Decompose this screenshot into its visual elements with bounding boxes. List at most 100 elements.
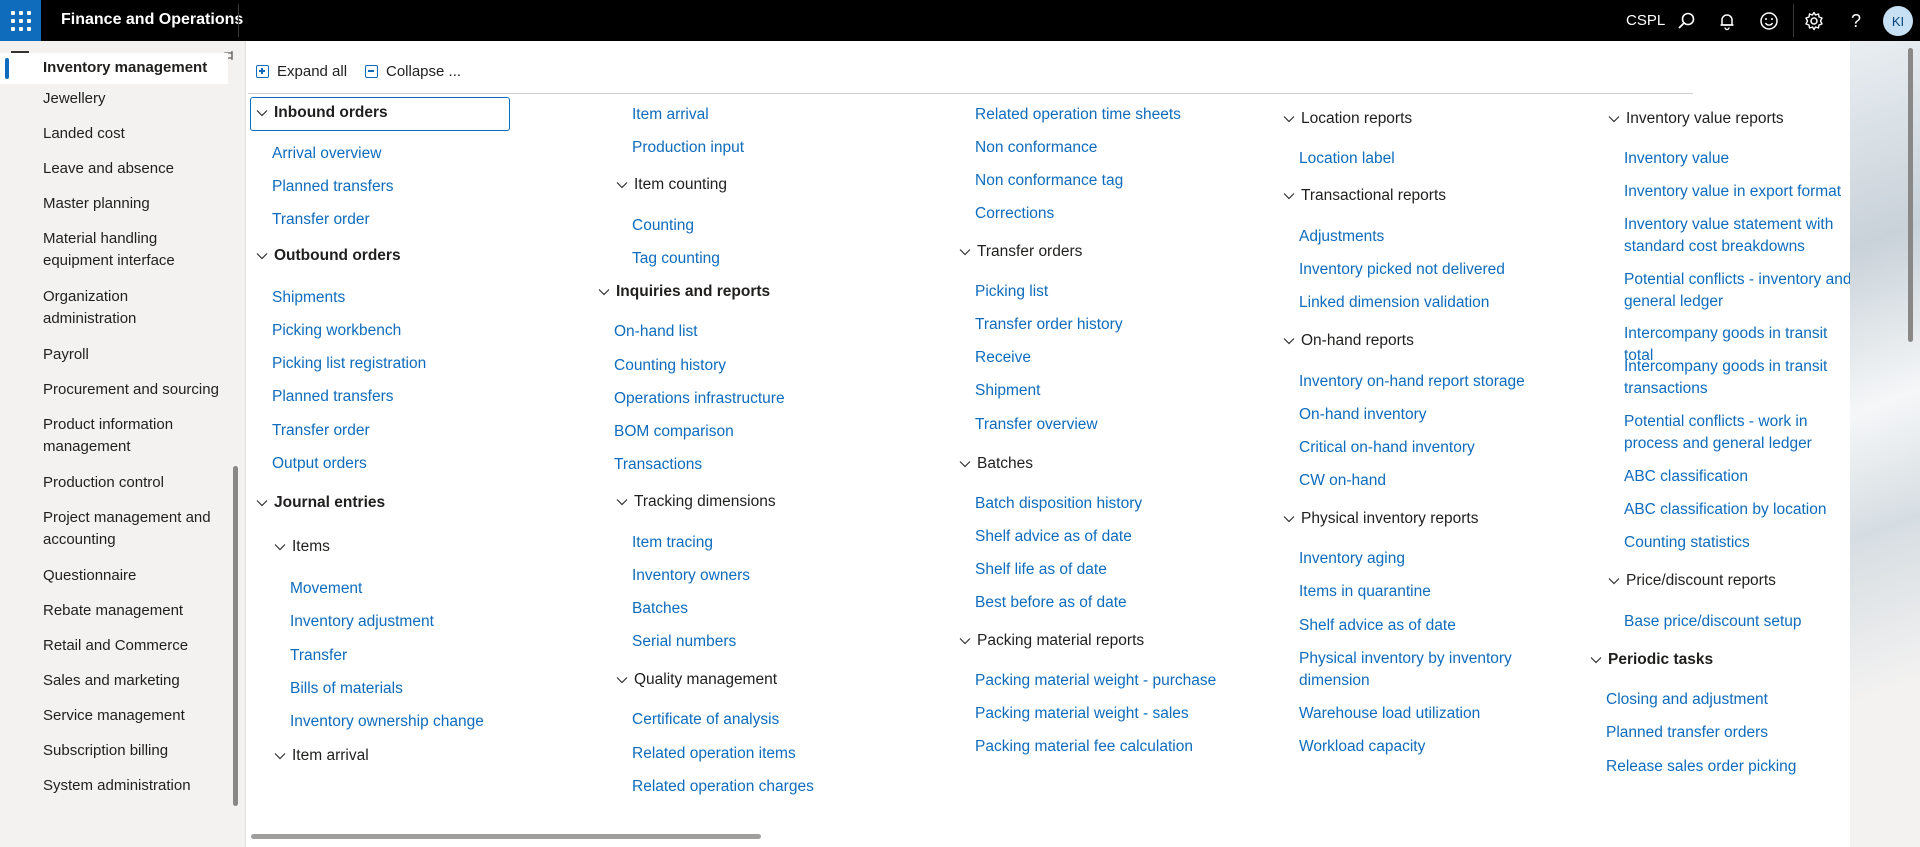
menu-link[interactable]: Batches <box>632 598 688 620</box>
menu-link[interactable]: Shipments <box>272 287 345 309</box>
section-header[interactable]: On-hand reports <box>1281 332 1414 350</box>
gear-icon[interactable] <box>1801 8 1827 34</box>
menu-link[interactable]: Shelf life as of date <box>975 559 1107 581</box>
menu-link[interactable]: Picking workbench <box>272 320 401 342</box>
nav-item[interactable]: Procurement and sourcing <box>0 379 228 401</box>
menu-link[interactable]: Receive <box>975 347 1031 369</box>
horizontal-scrollbar[interactable] <box>251 834 761 839</box>
search-icon[interactable] <box>1673 8 1699 34</box>
menu-link[interactable]: Critical on-hand inventory <box>1299 437 1475 459</box>
menu-link[interactable]: Tag counting <box>632 248 720 270</box>
nav-item[interactable]: Production control <box>0 472 228 494</box>
menu-link[interactable]: Potential conflicts - work in process an… <box>1624 411 1850 455</box>
menu-link[interactable]: Batch disposition history <box>975 493 1142 515</box>
section-header[interactable]: Inbound orders <box>254 104 388 122</box>
menu-link[interactable]: Location label <box>1299 148 1395 170</box>
section-header[interactable]: Transfer orders <box>957 243 1082 261</box>
menu-link[interactable]: Transfer order <box>272 209 370 231</box>
section-header[interactable]: Tracking dimensions <box>614 493 776 511</box>
smiley-icon[interactable] <box>1756 8 1782 34</box>
section-header[interactable]: Packing material reports <box>957 632 1144 650</box>
section-header[interactable]: Items <box>272 538 330 556</box>
nav-item[interactable]: Sales and marketing <box>0 670 228 692</box>
menu-link[interactable]: Inventory value <box>1624 148 1850 170</box>
menu-link[interactable]: Potential conflicts - inventory and gene… <box>1624 269 1850 313</box>
nav-item[interactable]: Service management <box>0 705 228 727</box>
menu-link[interactable]: Warehouse load utilization <box>1299 703 1514 725</box>
nav-item[interactable]: System administration <box>0 775 228 797</box>
menu-link[interactable]: Related operation charges <box>632 776 814 798</box>
nav-item[interactable]: Jewellery <box>0 88 228 110</box>
app-launcher-icon[interactable] <box>0 0 41 41</box>
section-header[interactable]: Physical inventory reports <box>1281 510 1478 528</box>
section-header[interactable]: Item counting <box>614 176 727 194</box>
section-header[interactable]: Inquiries and reports <box>596 283 770 301</box>
menu-link[interactable]: Planned transfer orders <box>1606 722 1768 744</box>
menu-link[interactable]: CW on-hand <box>1299 470 1386 492</box>
menu-link[interactable]: Packing material fee calculation <box>975 736 1193 758</box>
menu-link[interactable]: ABC classification by location <box>1624 499 1850 521</box>
nav-item[interactable]: Project management and accounting <box>0 507 228 551</box>
avatar[interactable]: KI <box>1883 6 1913 36</box>
nav-item[interactable]: Product information management <box>0 414 228 458</box>
menu-link[interactable]: Linked dimension validation <box>1299 292 1489 314</box>
menu-link[interactable]: Items in quarantine <box>1299 581 1514 603</box>
menu-link[interactable]: Picking list <box>975 281 1048 303</box>
menu-link[interactable]: Shelf advice as of date <box>1299 615 1514 637</box>
menu-link[interactable]: Serial numbers <box>632 631 736 653</box>
menu-link[interactable]: Inventory value statement with standard … <box>1624 214 1850 258</box>
app-title[interactable]: Finance and Operations <box>61 11 243 29</box>
section-header[interactable]: Transactional reports <box>1281 187 1446 205</box>
menu-link[interactable]: Inventory aging <box>1299 548 1514 570</box>
menu-link[interactable]: Planned transfers <box>272 386 394 408</box>
menu-link[interactable]: Non conformance tag <box>975 170 1123 192</box>
menu-link[interactable]: Packing material weight - sales <box>975 703 1189 725</box>
nav-item[interactable]: Leave and absence <box>0 158 228 180</box>
nav-item[interactable]: Payroll <box>0 344 228 366</box>
section-header[interactable]: Item arrival <box>272 747 369 765</box>
menu-link[interactable]: ABC classification <box>1624 466 1850 488</box>
menu-link[interactable]: Best before as of date <box>975 592 1127 614</box>
menu-link[interactable]: Transfer order <box>272 420 370 442</box>
nav-item[interactable]: Landed cost <box>0 123 228 145</box>
nav-item[interactable]: Master planning <box>0 193 228 215</box>
menu-link[interactable]: Related operation time sheets <box>975 104 1181 126</box>
menu-link[interactable]: Counting <box>632 215 694 237</box>
section-header[interactable]: Price/discount reports <box>1606 572 1776 590</box>
menu-link[interactable]: Transfer <box>290 645 347 667</box>
menu-link[interactable]: Inventory value in export format <box>1624 181 1850 203</box>
menu-link[interactable]: Inventory owners <box>632 565 750 587</box>
nav-item[interactable]: Questionnaire <box>0 565 228 587</box>
menu-link[interactable]: Physical inventory by inventory dimensio… <box>1299 648 1514 692</box>
menu-link[interactable]: Non conformance <box>975 137 1097 159</box>
menu-link[interactable]: Production input <box>632 137 744 159</box>
menu-link[interactable]: Item arrival <box>632 104 709 126</box>
menu-link[interactable]: Output orders <box>272 453 367 475</box>
menu-link[interactable]: Packing material weight - purchase <box>975 670 1216 692</box>
menu-link[interactable]: Bills of materials <box>290 678 403 700</box>
menu-link[interactable]: BOM comparison <box>614 421 734 443</box>
menu-link[interactable]: Transfer overview <box>975 414 1098 436</box>
menu-link[interactable]: On-hand list <box>614 321 698 343</box>
menu-link[interactable]: Shipment <box>975 380 1040 402</box>
menu-link[interactable]: On-hand inventory <box>1299 404 1427 426</box>
menu-link[interactable]: Inventory on-hand report storage <box>1299 371 1525 393</box>
expand-all-button[interactable]: Expand all <box>256 63 347 80</box>
menu-link[interactable]: Intercompany goods in transit transactio… <box>1624 356 1850 400</box>
menu-link[interactable]: Shelf advice as of date <box>975 526 1132 548</box>
help-icon[interactable]: ? <box>1843 8 1869 34</box>
menu-link[interactable]: Related operation items <box>632 743 796 765</box>
menu-link[interactable]: Counting history <box>614 355 726 377</box>
section-header[interactable]: Inventory value reports <box>1606 110 1784 128</box>
section-header[interactable]: Journal entries <box>254 494 385 512</box>
section-header[interactable]: Periodic tasks <box>1588 651 1713 669</box>
menu-link[interactable]: Inventory picked not delivered <box>1299 259 1505 281</box>
menu-link[interactable]: Transactions <box>614 454 702 476</box>
nav-item[interactable]: Retail and Commerce <box>0 635 228 657</box>
menu-link[interactable]: Adjustments <box>1299 226 1384 248</box>
menu-link[interactable]: Arrival overview <box>272 143 381 165</box>
menu-link[interactable]: Movement <box>290 578 362 600</box>
menu-link[interactable]: Planned transfers <box>272 176 394 198</box>
nav-item[interactable]: Organization administration <box>0 286 228 330</box>
menu-link[interactable]: Closing and adjustment <box>1606 689 1768 711</box>
